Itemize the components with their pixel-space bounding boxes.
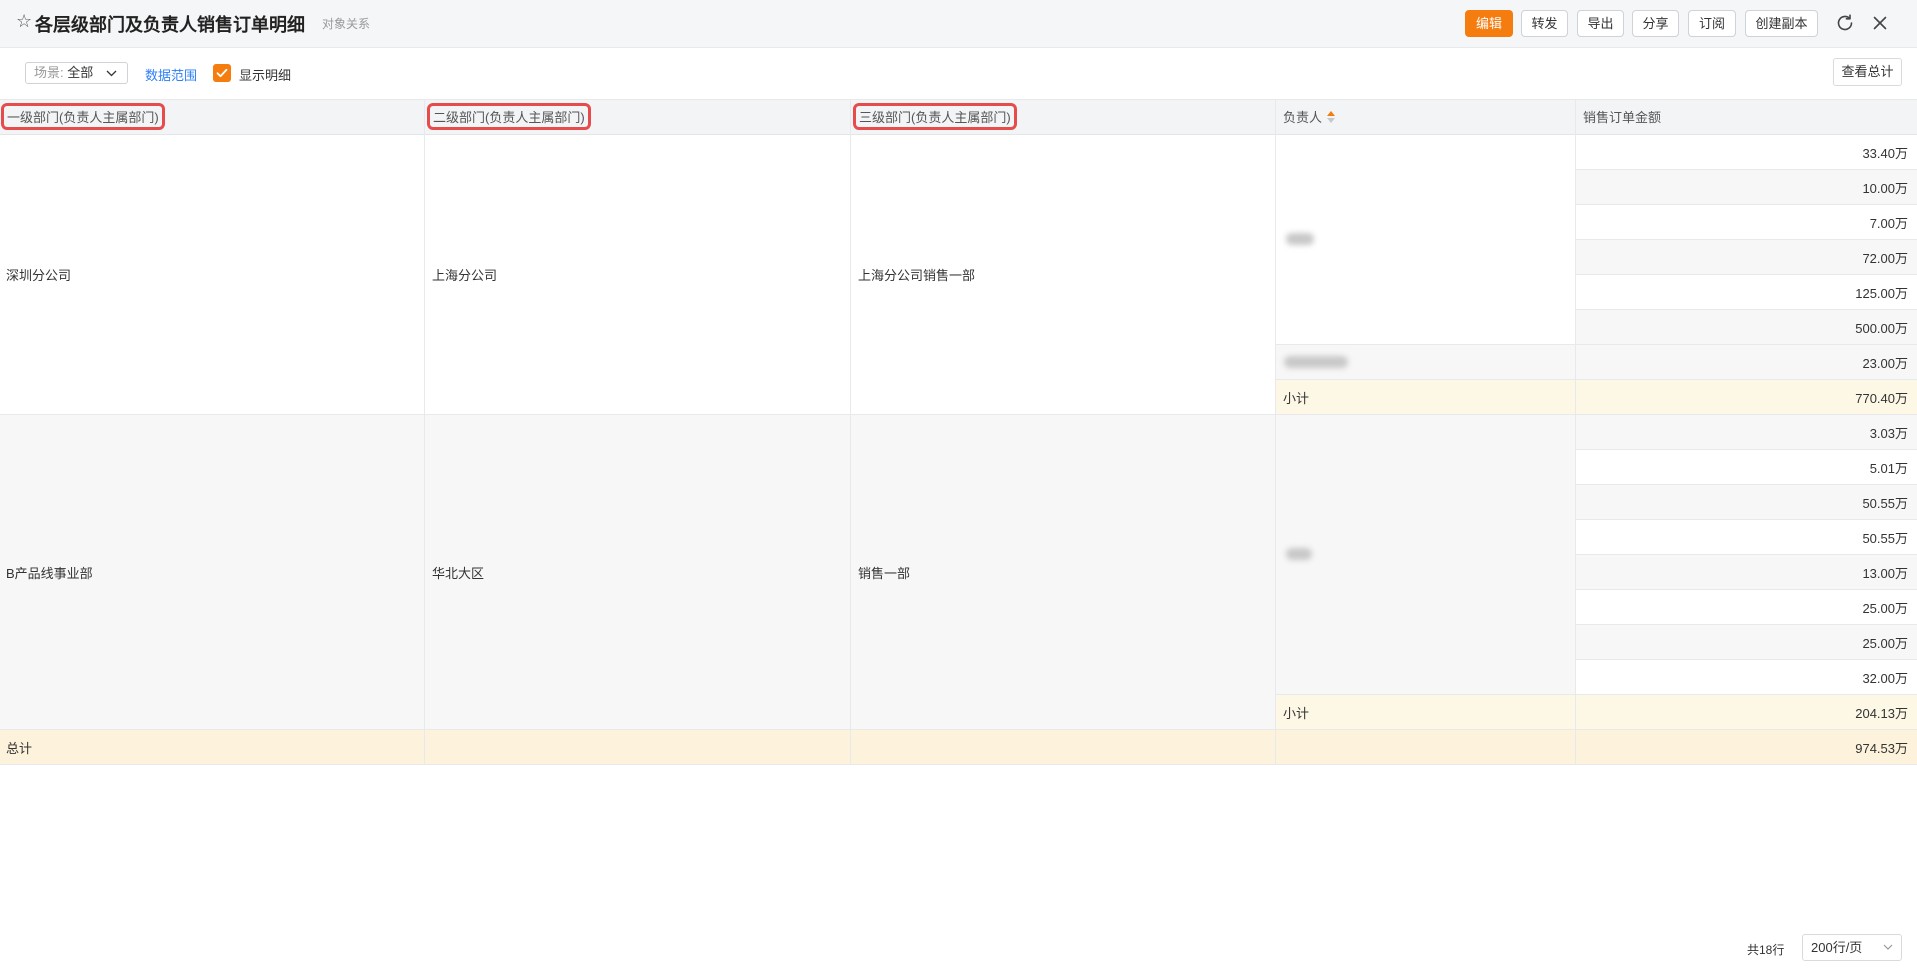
amount-cell: 125.00万	[1576, 275, 1917, 309]
row-divider	[0, 99, 1917, 100]
create-copy-button[interactable]: 创建副本	[1745, 10, 1818, 37]
export-button[interactable]: 导出	[1577, 10, 1624, 37]
row-divider	[0, 414, 1917, 415]
row-divider	[1275, 344, 1917, 345]
row-divider	[1575, 624, 1917, 625]
view-total-button[interactable]: 查看总计	[1833, 58, 1902, 86]
share-button[interactable]: 分享	[1632, 10, 1679, 37]
amount-cell: 33.40万	[1576, 135, 1917, 169]
edit-button[interactable]: 编辑	[1465, 10, 1513, 37]
grand-total-label: 总计	[6, 740, 33, 756]
row-divider	[0, 764, 1917, 765]
row-divider	[1575, 204, 1917, 205]
column-header-level3[interactable]: 三级部门(负责人主属部门)	[851, 99, 1275, 135]
refresh-icon[interactable]	[1834, 12, 1856, 34]
level3-cell: 销售一部	[851, 415, 1275, 729]
row-divider	[1575, 274, 1917, 275]
level2-cell: 上海分公司	[425, 135, 850, 414]
amount-cell: 50.55万	[1576, 485, 1917, 519]
row-divider	[1575, 239, 1917, 240]
row-divider	[1275, 379, 1917, 380]
amount-cell: 50.55万	[1576, 520, 1917, 554]
row-divider	[1575, 519, 1917, 520]
redacted-owner-name	[1284, 356, 1348, 368]
data-range-link[interactable]: 数据范围	[145, 65, 197, 84]
subscribe-button[interactable]: 订阅	[1688, 10, 1736, 37]
amount-cell: 10.00万	[1576, 170, 1917, 204]
row-divider	[0, 729, 1917, 730]
row-divider	[1575, 589, 1917, 590]
row-divider	[1575, 484, 1917, 485]
level1-cell: B产品线事业部	[0, 415, 424, 729]
object-relation-label: 对象关系	[322, 17, 371, 31]
subtotal-amount: 204.13万	[1576, 695, 1917, 729]
subtotal-label: 小计	[1276, 695, 1575, 729]
amount-cell: 3.03万	[1576, 415, 1917, 449]
level1-cell: 深圳分公司	[0, 135, 424, 414]
row-divider	[1275, 694, 1917, 695]
column-header-amount[interactable]: 销售订单金额	[1576, 99, 1917, 135]
owner-cell	[1276, 415, 1575, 694]
sort-icon[interactable]	[1326, 110, 1336, 124]
column-divider	[1575, 99, 1576, 765]
column-divider	[424, 99, 425, 765]
scene-value: 全部	[67, 65, 94, 80]
column-header-level1[interactable]: 一级部门(负责人主属部门)	[0, 99, 424, 135]
column-header-level2[interactable]: 二级部门(负责人主属部门)	[425, 99, 850, 135]
show-detail-checkbox[interactable]	[213, 64, 231, 82]
row-count: 共18行	[1747, 943, 1785, 957]
subtotal-amount: 770.40万	[1576, 380, 1917, 414]
checkmark-icon	[216, 68, 228, 78]
amount-cell: 72.00万	[1576, 240, 1917, 274]
show-detail-label: 显示明细	[239, 68, 292, 83]
page-title: 各层级部门及负责人销售订单明细	[35, 15, 305, 35]
amount-cell: 25.00万	[1576, 590, 1917, 624]
header-bar: ☆ 各层级部门及负责人销售订单明细 对象关系 编辑 转发 导出 分享 订阅 创建…	[0, 0, 1917, 48]
redacted-owner-name	[1286, 233, 1314, 245]
row-divider	[1575, 659, 1917, 660]
amount-cell: 500.00万	[1576, 310, 1917, 344]
page-size-select[interactable]: 200行/页	[1802, 934, 1902, 961]
row-divider	[1575, 554, 1917, 555]
column-header-owner[interactable]: 负责人	[1276, 99, 1575, 135]
scene-select[interactable]: 场景: 全部	[25, 62, 128, 84]
column-divider	[1275, 99, 1276, 765]
redacted-owner-name	[1286, 548, 1312, 560]
row-divider	[1575, 309, 1917, 310]
chevron-down-icon	[1883, 944, 1893, 950]
level3-cell: 上海分公司销售一部	[851, 135, 1275, 414]
amount-cell: 25.00万	[1576, 625, 1917, 659]
row-divider	[1575, 169, 1917, 170]
amount-cell: 13.00万	[1576, 555, 1917, 589]
amount-cell: 7.00万	[1576, 205, 1917, 239]
scene-label: 场景:	[34, 65, 64, 80]
column-divider	[850, 99, 851, 765]
amount-cell: 23.00万	[1576, 345, 1917, 379]
level2-cell: 华北大区	[425, 415, 850, 729]
chevron-down-icon	[106, 70, 117, 77]
forward-button[interactable]: 转发	[1521, 10, 1568, 37]
favorite-star-icon[interactable]: ☆	[16, 11, 32, 32]
grand-total-amount: 974.53万	[1576, 730, 1917, 764]
amount-cell: 5.01万	[1576, 450, 1917, 484]
subtotal-label: 小计	[1276, 380, 1575, 414]
amount-cell: 32.00万	[1576, 660, 1917, 694]
owner-cell	[1276, 345, 1575, 379]
page-size-value: 200行/页	[1811, 940, 1863, 955]
row-divider	[1575, 449, 1917, 450]
close-icon[interactable]	[1869, 12, 1891, 34]
owner-cell	[1276, 135, 1575, 344]
